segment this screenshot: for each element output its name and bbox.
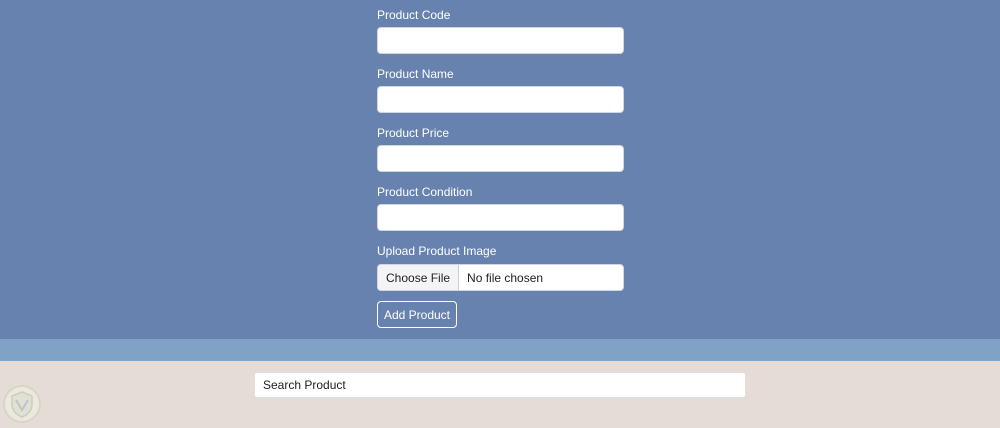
product-condition-input[interactable] (377, 204, 624, 231)
choose-file-button[interactable]: Choose File (378, 265, 460, 290)
product-price-input[interactable] (377, 145, 624, 172)
upload-image-input[interactable]: Choose File No file chosen (377, 264, 624, 291)
add-product-button[interactable]: Add Product (377, 301, 457, 328)
file-status-text: No file chosen (467, 270, 544, 285)
product-code-input[interactable] (377, 27, 624, 54)
shield-logo-icon (3, 385, 41, 423)
product-name-input[interactable] (377, 86, 624, 113)
search-input[interactable] (254, 372, 746, 398)
product-code-label: Product Code (377, 8, 451, 22)
product-name-label: Product Name (377, 67, 454, 81)
product-form: Product Code Product Name Product Price … (0, 0, 1000, 339)
upload-image-label: Upload Product Image (377, 244, 497, 258)
search-section (0, 361, 1000, 428)
product-price-label: Product Price (377, 126, 450, 140)
section-divider (0, 339, 1000, 361)
product-condition-label: Product Condition (377, 185, 473, 199)
